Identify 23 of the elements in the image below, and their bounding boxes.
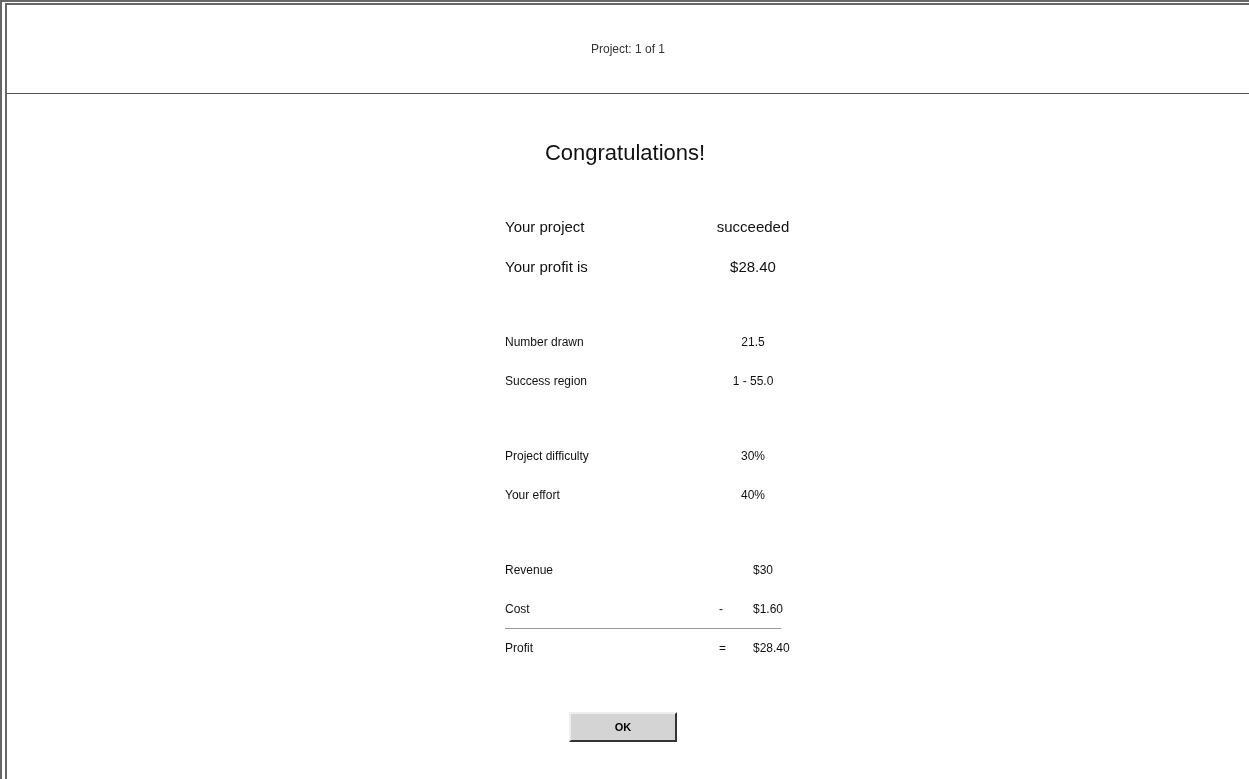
operator-sign: - — [718, 601, 724, 616]
detail-label: Success region — [505, 373, 589, 388]
detail-label: Cost — [505, 601, 531, 616]
detail-value: $28.40 — [753, 641, 791, 656]
detail-value: 30% — [740, 449, 766, 464]
summary-value: succeeded — [715, 217, 791, 235]
ok-button[interactable]: OK — [569, 711, 677, 742]
operator-sign: = — [718, 641, 727, 656]
detail-value: $30 — [753, 563, 775, 578]
detail-label: Number drawn — [505, 335, 585, 350]
detail-label: Profit — [505, 641, 534, 656]
summary-label: Your project — [505, 217, 586, 235]
detail-label: Project difficulty — [505, 449, 590, 464]
project-counter: Project: 1 of 1 — [590, 42, 665, 56]
detail-value: 1 - 55.0 — [731, 373, 775, 388]
summary-value: $28.40 — [729, 257, 777, 275]
summary-label: Your profit is — [505, 257, 589, 275]
result-title: Congratulations! — [543, 140, 707, 166]
detail-value: 40% — [740, 487, 766, 502]
detail-label: Your effort — [505, 487, 561, 502]
detail-value: $1.60 — [753, 601, 785, 616]
detail-label: Revenue — [505, 563, 555, 578]
detail-value: 21.5 — [740, 335, 766, 350]
